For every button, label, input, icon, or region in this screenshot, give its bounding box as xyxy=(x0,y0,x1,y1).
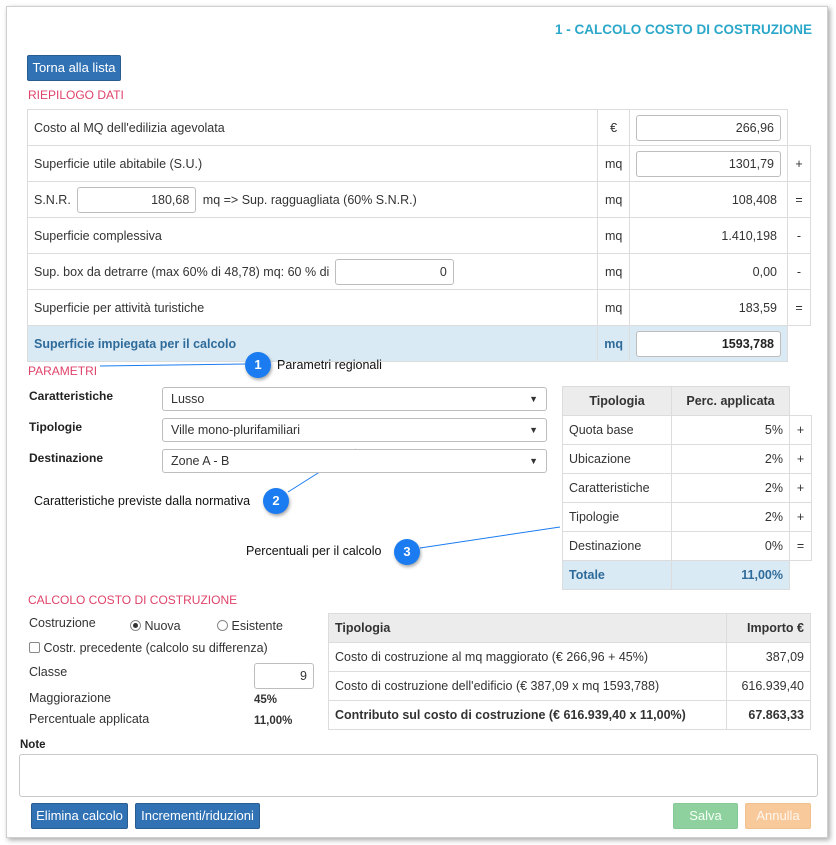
tipologie-select[interactable]: Ville mono-plurifamiliari ▼ xyxy=(162,418,547,442)
percentuali-table: Tipologia Perc. applicata Quota base 5% … xyxy=(561,386,812,590)
incrementi-riduzioni-button[interactable]: Incrementi/riduzioni xyxy=(135,803,260,829)
row-operator: = xyxy=(789,531,812,561)
tipologie-value: Ville mono-plurifamiliari xyxy=(171,423,300,437)
checkbox-icon[interactable] xyxy=(29,642,40,653)
column-header: Tipologia xyxy=(561,386,673,416)
callout-1-badge: 1 xyxy=(245,352,271,378)
tipologia-perc: 0% xyxy=(671,531,790,561)
tipologia-perc: 2% xyxy=(671,444,790,474)
tipologia-name: Destinazione xyxy=(561,531,673,561)
tipologia-name: Quota base xyxy=(561,415,673,445)
tipologia-perc: 2% xyxy=(671,473,790,503)
destinazione-label: Destinazione xyxy=(29,451,104,465)
callout-2-badge: 2 xyxy=(263,488,289,514)
maggiorazione-value: 45% xyxy=(254,694,278,706)
table-row: Ubicazione 2% + xyxy=(561,444,812,474)
callout-2-text: Caratteristiche previste dalla normativa xyxy=(34,494,251,508)
radio-unchecked-icon[interactable] xyxy=(217,620,228,631)
percentuale-value: 11,00% xyxy=(254,715,293,727)
note-textarea[interactable] xyxy=(19,754,818,797)
caratteristiche-select[interactable]: Lusso ▼ xyxy=(162,387,547,411)
total-row: Totale 11,00% xyxy=(561,560,812,590)
radio-esistente-label: Esistente xyxy=(231,619,283,633)
column-header: Importo € xyxy=(726,613,811,643)
tipologia-name: Ubicazione xyxy=(561,444,673,474)
table-row: Costo di costruzione dell'edificio (€ 38… xyxy=(328,671,811,701)
column-header: Tipologia xyxy=(328,613,727,643)
chevron-down-icon: ▼ xyxy=(529,394,538,404)
radio-esistente[interactable]: Esistente xyxy=(217,619,283,633)
table-row: Contributo sul costo di costruzione (€ 6… xyxy=(328,700,811,730)
tipologia-name: Tipologie xyxy=(561,502,673,532)
importo-amount: 616.939,40 xyxy=(726,671,811,701)
callout-1-text: Parametri regionali xyxy=(277,358,382,372)
tipologie-label: Tipologie xyxy=(29,420,83,434)
radio-checked-icon[interactable] xyxy=(130,620,141,631)
caratteristiche-label: Caratteristiche xyxy=(29,389,114,403)
row-operator: + xyxy=(789,502,812,532)
destinazione-select[interactable]: Zone A - B ▼ xyxy=(162,449,547,473)
caratteristiche-value: Lusso xyxy=(171,392,205,406)
callout-1-line xyxy=(99,363,246,367)
note-label: Note xyxy=(20,739,46,751)
importo-name: Costo di costruzione dell'edificio (€ 38… xyxy=(328,671,727,701)
callout-3-badge: 3 xyxy=(394,539,420,565)
chevron-down-icon: ▼ xyxy=(529,456,538,466)
classe-input[interactable]: 9 xyxy=(254,663,314,689)
table-header: Tipologia Importo € xyxy=(328,613,811,643)
tipologia-perc: 5% xyxy=(671,415,790,445)
importi-table: Tipologia Importo € Costo di costruzione… xyxy=(328,613,811,730)
table-header: Tipologia Perc. applicata xyxy=(561,386,812,416)
elimina-calcolo-button[interactable]: Elimina calcolo xyxy=(31,803,128,829)
importo-name: Contributo sul costo di costruzione (€ 6… xyxy=(328,700,727,730)
costruzione-label: Costruzione xyxy=(29,616,96,630)
calcolo-section-title: CALCOLO COSTO DI COSTRUZIONE xyxy=(28,593,238,607)
maggiorazione-label: Maggiorazione xyxy=(29,691,111,705)
row-operator: + xyxy=(789,473,812,503)
callout-3-line xyxy=(419,526,561,549)
table-row: Tipologie 2% + xyxy=(561,502,812,532)
total-perc: 11,00% xyxy=(671,560,790,590)
column-header: Perc. applicata xyxy=(671,386,790,416)
radio-nuova-label: Nuova xyxy=(144,619,181,633)
importo-amount: 67.863,33 xyxy=(726,700,811,730)
salva-button[interactable]: Salva xyxy=(673,803,738,829)
callout-3-text: Percentuali per il calcolo xyxy=(246,544,382,558)
annulla-button[interactable]: Annulla xyxy=(745,803,811,829)
table-row: Quota base 5% + xyxy=(561,415,812,445)
radio-nuova[interactable]: Nuova xyxy=(130,619,181,633)
importo-amount: 387,09 xyxy=(726,642,811,672)
costr-precedente-label: Costr. precedente (calcolo su differenza… xyxy=(43,641,268,655)
tipologia-name: Caratteristiche xyxy=(561,473,673,503)
destinazione-value: Zone A - B xyxy=(171,454,230,468)
importo-name: Costo di costruzione al mq maggiorato (€… xyxy=(328,642,727,672)
costr-precedente-checkbox[interactable]: Costr. precedente (calcolo su differenza… xyxy=(29,641,268,655)
table-row: Caratteristiche 2% + xyxy=(561,473,812,503)
row-operator: + xyxy=(789,444,812,474)
table-row: Destinazione 0% = xyxy=(561,531,812,561)
classe-label: Classe xyxy=(29,665,68,679)
percentuale-label: Percentuale applicata xyxy=(29,712,150,726)
table-row: Costo di costruzione al mq maggiorato (€… xyxy=(328,642,811,672)
row-operator: + xyxy=(789,415,812,445)
total-label: Totale xyxy=(561,560,673,590)
tipologia-perc: 2% xyxy=(671,502,790,532)
chevron-down-icon: ▼ xyxy=(529,425,538,435)
